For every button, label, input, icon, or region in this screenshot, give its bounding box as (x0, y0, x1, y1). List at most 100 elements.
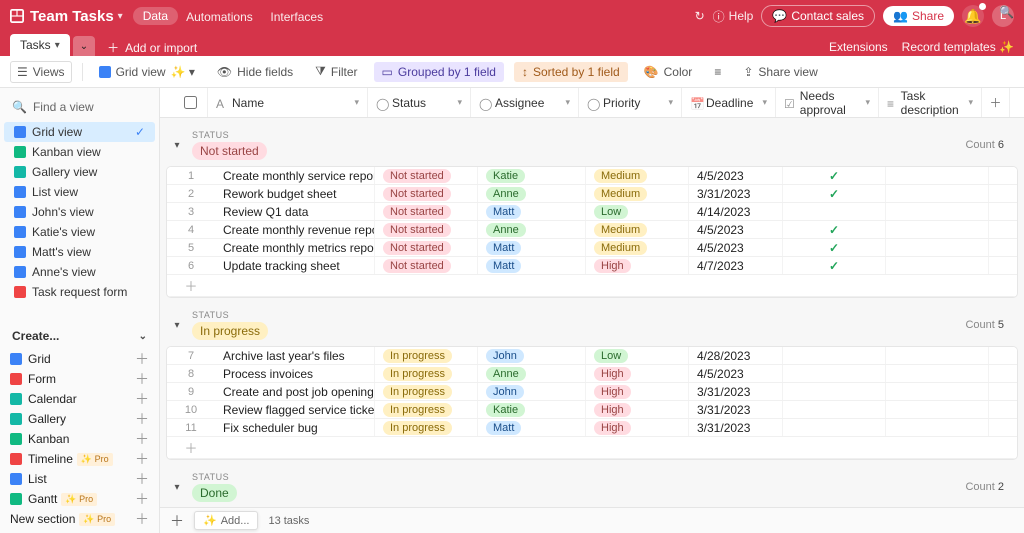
plus-icon[interactable]: ＋ (135, 392, 149, 406)
create-view-item[interactable]: Gallery＋ (0, 409, 159, 429)
group-button[interactable]: ▭ Grouped by 1 field (374, 62, 504, 82)
sidebar-view-item[interactable]: Grid view✓ (4, 122, 155, 142)
add-row-button[interactable]: ＋ (167, 437, 1017, 459)
create-view-item[interactable]: Gantt✨ Pro＋ (0, 489, 159, 509)
check-icon: ✓ (829, 187, 839, 201)
plus-icon[interactable]: ＋ (135, 492, 149, 506)
base-title[interactable]: Team Tasks (30, 8, 114, 25)
table-row[interactable]: 9 Create and post job opening In progres… (167, 383, 1017, 401)
find-view-input[interactable]: 🔍 Find a view (8, 96, 151, 118)
sidebar-view-item[interactable]: Matt's view (4, 242, 155, 262)
check-icon: ✓ (829, 259, 839, 273)
sidebar-view-item[interactable]: Anne's view (4, 262, 155, 282)
contact-sales-button[interactable]: 💬 Contact sales (761, 5, 875, 27)
chevron-down-icon: ▾ (55, 40, 60, 51)
table-tab-chevron[interactable]: ⌄ (73, 36, 95, 56)
col-deadline[interactable]: 📅Deadline▾ (682, 88, 776, 117)
row-height-button[interactable]: ≡ (708, 62, 727, 82)
add-record-plus[interactable]: ＋ (170, 511, 184, 531)
add-record-button[interactable]: ✨ Add... (194, 511, 258, 530)
check-icon: ✓ (829, 223, 839, 237)
view-icon (14, 226, 26, 238)
sort-button[interactable]: ↕ Sorted by 1 field (514, 62, 628, 82)
data-tab[interactable]: Data (133, 7, 178, 25)
view-icon (14, 206, 26, 218)
chevron-down-icon[interactable]: ▾ (118, 11, 123, 22)
top-nav: Automations Interfaces (186, 9, 337, 24)
sidebar-view-item[interactable]: Katie's view (4, 222, 155, 242)
create-view-item[interactable]: Calendar＋ (0, 389, 159, 409)
table-row[interactable]: 3 Review Q1 data Not started Matt Low 4/… (167, 203, 1017, 221)
group-header[interactable]: ▾ STATUSIn progress Count 5 (160, 304, 1024, 346)
table-row[interactable]: 6 Update tracking sheet Not started Matt… (167, 257, 1017, 275)
table-row[interactable]: 7 Archive last year's files In progress … (167, 347, 1017, 365)
sidebar-view-item[interactable]: John's view (4, 202, 155, 222)
table-row[interactable]: 2 Rework budget sheet Not started Anne M… (167, 185, 1017, 203)
table-row[interactable]: 4 Create monthly revenue report Not star… (167, 221, 1017, 239)
create-view-item[interactable]: Form＋ (0, 369, 159, 389)
table-tab-tasks[interactable]: Tasks ▾ (10, 34, 70, 56)
create-view-item[interactable]: Kanban＋ (0, 429, 159, 449)
col-name[interactable]: AName▾ (208, 88, 368, 117)
share-button[interactable]: 👥 Share (883, 6, 954, 26)
view-icon (14, 126, 26, 138)
create-view-item[interactable]: Timeline✨ Pro＋ (0, 449, 159, 469)
extensions-link[interactable]: Extensions (829, 40, 888, 54)
plus-icon[interactable]: ＋ (135, 512, 149, 526)
view-icon (14, 146, 26, 158)
col-task-description[interactable]: ≡Task description▾ (879, 88, 982, 117)
col-assignee[interactable]: ◯Assignee▾ (471, 88, 579, 117)
table-row[interactable]: 5 Create monthly metrics report Not star… (167, 239, 1017, 257)
col-status[interactable]: ◯Status▾ (368, 88, 471, 117)
view-picker[interactable]: Grid view ✨ ▾ (93, 62, 201, 82)
plus-icon[interactable]: ＋ (135, 432, 149, 446)
col-priority[interactable]: ◯Priority▾ (579, 88, 682, 117)
hide-fields-button[interactable]: 👁 Hide fields (211, 62, 299, 82)
notifications-icon[interactable]: 🔔 (962, 5, 984, 27)
create-view-item[interactable]: List＋ (0, 469, 159, 489)
record-templates-link[interactable]: Record templates ✨ (902, 40, 1014, 54)
plus-icon[interactable]: ＋ (135, 472, 149, 486)
pro-badge: ✨ Pro (77, 453, 113, 466)
app-header: Team Tasks ▾ Data Automations Interfaces… (0, 0, 1024, 32)
pro-badge: ✨ Pro (79, 513, 115, 526)
sidebar-view-item[interactable]: List view (4, 182, 155, 202)
view-icon (14, 286, 26, 298)
create-view-item[interactable]: New section✨ Pro＋ (0, 509, 159, 529)
plus-icon[interactable]: ＋ (135, 352, 149, 366)
search-icon[interactable]: 🔍 (999, 5, 1014, 19)
view-toolbar: ☰ Views Grid view ✨ ▾ 👁 Hide fields ⧩ Fi… (0, 56, 1024, 88)
chevron-down-icon[interactable]: ▾ (170, 482, 184, 493)
sidebar-view-item[interactable]: Task request form (4, 282, 155, 302)
sidebar-view-item[interactable]: Kanban view (4, 142, 155, 162)
plus-icon[interactable]: ＋ (135, 452, 149, 466)
create-section-header[interactable]: Create...⌄ (0, 323, 159, 349)
group-header[interactable]: ▾ STATUSDone Count 2 (160, 466, 1024, 508)
add-row-button[interactable]: ＋ (167, 275, 1017, 297)
group-header[interactable]: ▾ STATUSNot started Count 6 (160, 124, 1024, 166)
create-view-item[interactable]: Grid＋ (0, 349, 159, 369)
sidebar-view-item[interactable]: Gallery view (4, 162, 155, 182)
table-row[interactable]: 8 Process invoices In progress Anne High… (167, 365, 1017, 383)
filter-button[interactable]: ⧩ Filter (309, 61, 363, 82)
color-button[interactable]: 🎨 Color (638, 62, 699, 82)
chevron-down-icon[interactable]: ▾ (170, 320, 184, 331)
nav-interfaces[interactable]: Interfaces (270, 10, 323, 24)
add-column-button[interactable]: ＋ (982, 88, 1010, 117)
grid-footer: ＋ ✨ Add... 13 tasks (160, 507, 1024, 533)
chevron-down-icon[interactable]: ▾ (170, 140, 184, 151)
col-needs-approval[interactable]: ☑Needs approval▾ (776, 88, 879, 117)
table-row[interactable]: 1 Create monthly service report Not star… (167, 167, 1017, 185)
add-table-button[interactable]: ＋Add or import (107, 39, 197, 56)
table-row[interactable]: 10 Review flagged service tickets In pro… (167, 401, 1017, 419)
select-all-checkbox[interactable] (160, 88, 208, 117)
help-button[interactable]: ⓘ Help (713, 8, 754, 25)
nav-automations[interactable]: Automations (186, 10, 253, 24)
plus-icon[interactable]: ＋ (135, 372, 149, 386)
share-view-button[interactable]: ⇪ Share view (737, 62, 823, 82)
history-icon[interactable]: ↻ (695, 9, 705, 23)
plus-icon[interactable]: ＋ (135, 412, 149, 426)
views-button[interactable]: ☰ Views (10, 61, 72, 83)
table-row[interactable]: 11 Fix scheduler bug In progress Matt Hi… (167, 419, 1017, 437)
pro-badge: ✨ Pro (61, 493, 97, 506)
